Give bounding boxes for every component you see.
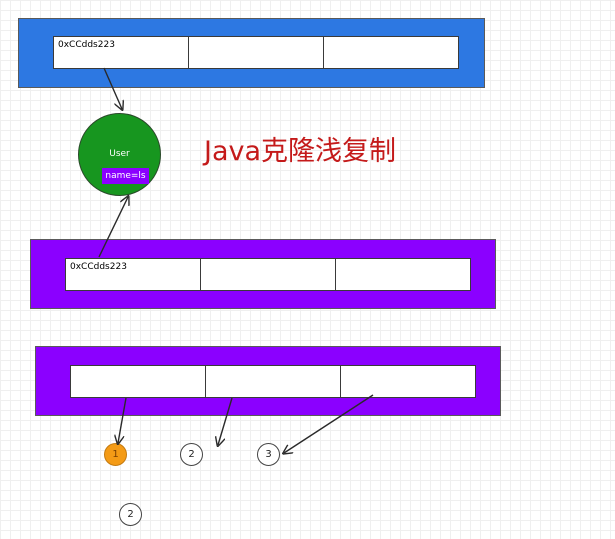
arrows-layer — [98, 67, 374, 539]
arrow-middle-to-user — [98, 197, 128, 258]
arrow-top-to-user — [103, 67, 122, 109]
arrow-cell3-to-node3 — [284, 394, 374, 453]
arrow-cell1-to-node1 — [118, 397, 127, 443]
arrow-cell2-to-node2 — [218, 397, 233, 445]
